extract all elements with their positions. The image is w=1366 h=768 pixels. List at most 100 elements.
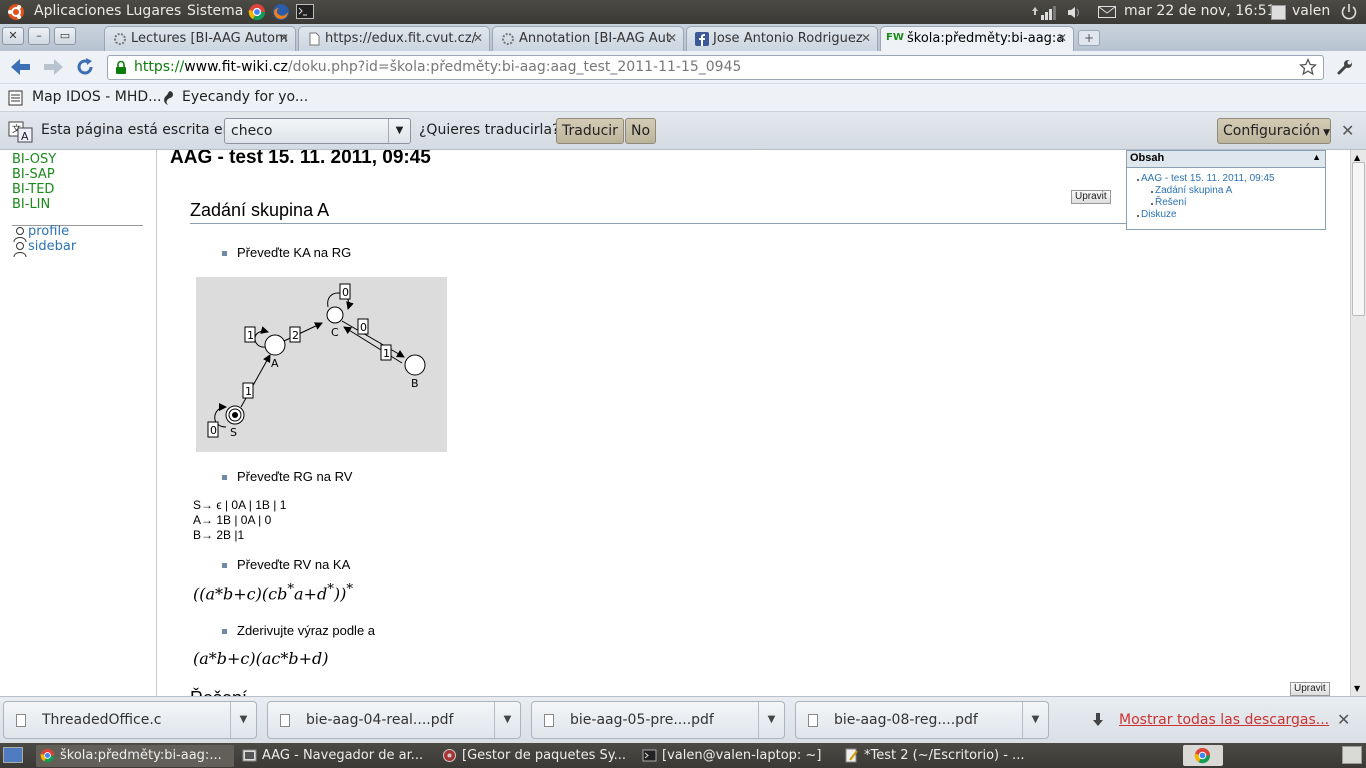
chrome-launcher-icon[interactable]: [248, 3, 266, 21]
task-text-editor[interactable]: *Test 2 (~/Escritorio) - ...: [840, 745, 1036, 767]
task-terminal[interactable]: [valen@valen-laptop: ~]: [638, 745, 834, 767]
web-page: BI-OSY BI-SAP BI-TED BI-LIN profile side…: [0, 150, 1366, 696]
ubuntu-logo-icon[interactable]: [6, 2, 26, 22]
menu-system[interactable]: Sistema: [187, 3, 243, 19]
derivative-expression: (a*b+c)(ac*b+d): [193, 649, 329, 668]
close-tab-icon[interactable]: ✕: [861, 31, 871, 45]
forward-arrow-icon[interactable]: [42, 57, 64, 77]
tab-edux[interactable]: https://edux.fit.cvut.cz/ ✕: [298, 26, 490, 51]
indicator-arrow-icon[interactable]: [1030, 5, 1040, 19]
trash-icon[interactable]: [1342, 746, 1362, 764]
scroll-up-icon[interactable]: ▲: [1354, 153, 1360, 162]
tab-facebook[interactable]: Jose Antonio Rodriguez ✕: [686, 26, 878, 51]
terminal-launcher-icon[interactable]: [296, 4, 314, 19]
download-item[interactable]: ThreadedOffice.c ▼: [3, 701, 257, 739]
settings-label: Configuración: [1223, 123, 1321, 139]
toc-item[interactable]: Zadání skupina A: [1150, 185, 1232, 196]
scrollbar-thumb[interactable]: [1352, 162, 1365, 316]
download-item[interactable]: bie-aag-04-real....pdf ▼: [267, 701, 521, 739]
close-window-button[interactable]: ✕: [2, 27, 24, 45]
user-status-icon[interactable]: [1271, 5, 1286, 20]
sidebar-link-bi-osy[interactable]: BI-OSY: [12, 152, 56, 167]
chevron-down-icon[interactable]: ▼: [758, 702, 784, 738]
back-arrow-icon[interactable]: [10, 57, 32, 77]
address-bar[interactable]: https://www.fit-wiki.cz/doku.php?id=škol…: [107, 55, 1324, 80]
text-editor-icon: [844, 748, 859, 763]
wiki-sidebar: BI-OSY BI-SAP BI-TED BI-LIN profile side…: [0, 150, 157, 696]
close-infobar-icon[interactable]: ✕: [1341, 121, 1354, 140]
url-path: /doku.php?id=škola:předměty:bi-aag:aag_t…: [287, 59, 742, 75]
task-chrome[interactable]: škola:předměty:bi-aag:...: [36, 745, 234, 767]
sidebar-link-bi-ted[interactable]: BI-TED: [12, 182, 56, 197]
file-icon: [544, 714, 554, 727]
network-signal-icon[interactable]: [1040, 5, 1058, 20]
edge-label: 1: [247, 329, 254, 342]
task-file-browser[interactable]: AAG - Navegador de ar...: [238, 745, 434, 767]
page-title: AAG - test 15. 11. 2011, 09:45: [170, 150, 431, 168]
show-desktop-icon[interactable]: [3, 747, 23, 763]
close-shelf-icon[interactable]: ✕: [1337, 710, 1350, 729]
tray-chrome-icon[interactable]: [1183, 745, 1223, 766]
toc-item[interactable]: Diskuze: [1137, 209, 1177, 220]
tab-annotation[interactable]: Annotation [BI-AAG Aut ✕: [492, 26, 684, 51]
close-tab-icon[interactable]: ✕: [1057, 31, 1067, 45]
wrench-menu-icon[interactable]: [1336, 58, 1354, 76]
chevron-down-icon[interactable]: ▼: [494, 702, 520, 738]
chevron-down-icon[interactable]: ▼: [1022, 702, 1048, 738]
download-item[interactable]: bie-aag-05-pre....pdf ▼: [531, 701, 785, 739]
url-host: www.fit-wiki.cz: [184, 59, 288, 75]
user-name[interactable]: valen: [1292, 3, 1330, 19]
menu-places[interactable]: Lugares: [126, 3, 181, 19]
terminal-icon: [642, 748, 657, 763]
new-tab-button[interactable]: +: [1078, 30, 1100, 46]
minimize-window-button[interactable]: –: [28, 27, 50, 45]
scroll-down-icon[interactable]: ▼: [1354, 684, 1360, 693]
menu-applications[interactable]: Aplicaciones: [34, 3, 121, 19]
fitwiki-favicon-icon: FW: [886, 32, 904, 43]
bookmark-eyecandy[interactable]: Eyecandy for yo...: [182, 89, 308, 105]
close-tab-icon[interactable]: ✕: [667, 31, 677, 45]
translate-prefix: Esta página está escrita en: [41, 122, 232, 138]
download-filename: bie-aag-05-pre....pdf: [570, 712, 714, 728]
close-tab-icon[interactable]: ✕: [279, 31, 289, 45]
task-bullet-3: Převeďte RV na KA: [221, 557, 351, 572]
firefox-launcher-icon[interactable]: [272, 3, 290, 21]
maximize-window-button[interactable]: ▭: [54, 27, 76, 45]
bottom-taskbar: škola:předměty:bi-aag:... AAG - Navegado…: [0, 743, 1366, 768]
tab-fit-wiki[interactable]: FW škola:předměty:bi-aag:a ✕: [880, 26, 1074, 51]
sidebar-link-bi-sap[interactable]: BI-SAP: [12, 167, 56, 182]
sidebar-link-bi-lin[interactable]: BI-LIN: [12, 197, 56, 212]
bookmark-gnome-icon: [162, 90, 176, 106]
mail-icon[interactable]: [1098, 6, 1116, 18]
folder-icon: [242, 748, 257, 763]
bookmark-map-idos[interactable]: Map IDOS - MHD...: [32, 89, 162, 105]
automaton-diagram: S A C B 0 1 1 2 0 0 1: [196, 277, 447, 452]
toc-header[interactable]: Obsah ▲: [1127, 151, 1325, 168]
show-all-downloads-link[interactable]: Mostrar todas las descargas...: [1119, 712, 1329, 728]
page-scrollbar[interactable]: ▲ ▼: [1350, 150, 1366, 696]
edit-section-button[interactable]: Upravit: [1290, 682, 1330, 696]
chevron-down-icon[interactable]: ▼: [230, 702, 256, 738]
edge-label: 1: [383, 347, 390, 360]
toc-item[interactable]: Řešení: [1151, 197, 1187, 208]
grammar-rules: S→ ϵ | 0A | 1B | 1 A→ 1B | 0A | 0 B→ 2B …: [193, 498, 286, 543]
volume-icon[interactable]: [1066, 5, 1084, 20]
reload-icon[interactable]: [75, 57, 95, 77]
no-translate-button[interactable]: No: [625, 118, 657, 144]
close-tab-icon[interactable]: ✕: [473, 31, 483, 45]
task-synaptic[interactable]: [Gestor de paquetes Sy...: [438, 745, 634, 767]
translate-button[interactable]: Traducir: [556, 118, 624, 144]
tab-lectures[interactable]: Lectures [BI-AAG Autom ✕: [104, 26, 296, 51]
sidebar-link-sidebar[interactable]: sidebar: [28, 239, 76, 254]
bookmark-star-icon[interactable]: [1299, 58, 1317, 76]
toc-item[interactable]: AAG - test 15. 11. 2011, 09:45: [1137, 173, 1275, 184]
download-item[interactable]: bie-aag-08-reg....pdf ▼: [795, 701, 1049, 739]
user-icon: [12, 241, 28, 257]
clock[interactable]: mar 22 de nov, 16:51: [1124, 3, 1276, 19]
collapse-toc-icon[interactable]: ▲: [1312, 152, 1321, 162]
language-select[interactable]: checo ▼: [224, 118, 411, 144]
url-scheme: https://: [134, 59, 185, 75]
sidebar-link-profile[interactable]: profile: [28, 224, 69, 239]
translate-settings-button[interactable]: Configuración ▼: [1217, 118, 1331, 144]
power-icon[interactable]: [1340, 3, 1358, 21]
